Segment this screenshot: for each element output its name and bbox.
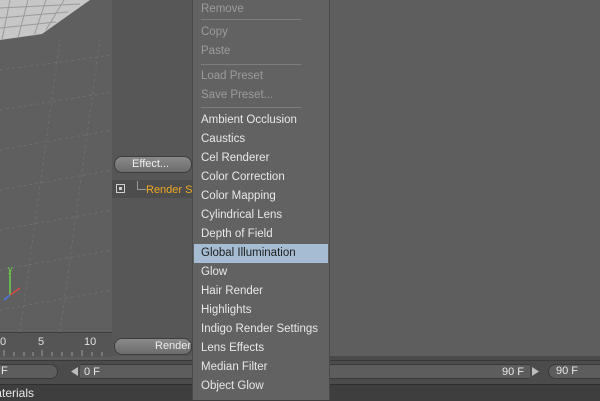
menu-item-median-filter[interactable]: Median Filter	[194, 358, 328, 377]
menu-item-indigo-render-settings[interactable]: Indigo Render Settings	[194, 320, 328, 339]
viewport[interactable]: y	[0, 0, 112, 332]
menu-item-remove[interactable]: Remove	[194, 0, 328, 19]
menu-item-color-mapping[interactable]: Color Mapping	[194, 187, 328, 206]
ruler-tick-label: 5	[38, 336, 45, 348]
menu-item-ambient-occlusion[interactable]: Ambient Occlusion	[194, 111, 328, 130]
max-frame-field[interactable]: 90 F	[548, 364, 600, 379]
current-frame-value: 0 F	[84, 366, 100, 378]
menu-item-save-preset[interactable]: Save Preset...	[194, 86, 328, 105]
menu-item-load-preset[interactable]: Load Preset	[194, 67, 328, 86]
ruler-tick-label: 0	[0, 336, 7, 348]
menu-separator	[201, 19, 301, 20]
menu-item-depth-of-field[interactable]: Depth of Field	[194, 225, 328, 244]
tree-connector	[137, 181, 146, 190]
axis-x-line	[9, 287, 21, 296]
menu-item-glow[interactable]: Glow	[194, 263, 328, 282]
ruler-tick-label: 10	[84, 336, 97, 348]
menu-item-lens-effects[interactable]: Lens Effects	[194, 339, 328, 358]
settings-area	[330, 0, 600, 360]
perspective-grid: y	[0, 0, 112, 332]
axis-z-line	[3, 294, 11, 301]
menu-item-cel-renderer[interactable]: Cel Renderer	[194, 149, 328, 168]
menu-item-highlights[interactable]: Highlights	[194, 301, 328, 320]
tree-item-label[interactable]: Render Settings	[146, 184, 192, 196]
menu-item-global-illumination[interactable]: Global Illumination	[194, 244, 328, 263]
status-clip: Materials	[0, 386, 34, 400]
menu-item-hair-render[interactable]: Hair Render	[194, 282, 328, 301]
render-settings-icon	[116, 184, 125, 193]
menu-item-caustics[interactable]: Caustics	[194, 130, 328, 149]
menu-item-paste[interactable]: Paste	[194, 42, 328, 61]
render-settings-button[interactable]: Render Settings...	[114, 338, 192, 355]
effect-context-menu: Remove Copy Paste Load Preset Save Prese…	[192, 0, 330, 400]
start-frame-field[interactable]: F	[0, 364, 58, 379]
menu-item-cylindrical-lens[interactable]: Cylindrical Lens	[194, 206, 328, 225]
svg-text:y: y	[8, 264, 13, 274]
menu-item-color-correction[interactable]: Color Correction	[194, 168, 328, 187]
end-frame-value: 90 F	[502, 366, 525, 378]
menu-item-copy[interactable]: Copy	[194, 23, 328, 42]
menu-separator	[201, 64, 301, 65]
effect-button[interactable]: Effect...	[114, 156, 192, 173]
left-arrow-icon[interactable]	[70, 366, 80, 377]
right-arrow-icon[interactable]	[530, 366, 540, 377]
materials-tab[interactable]: Materials	[0, 386, 34, 400]
menu-item-object-glow[interactable]: Object Glow	[194, 377, 328, 396]
menu-separator	[201, 107, 301, 108]
